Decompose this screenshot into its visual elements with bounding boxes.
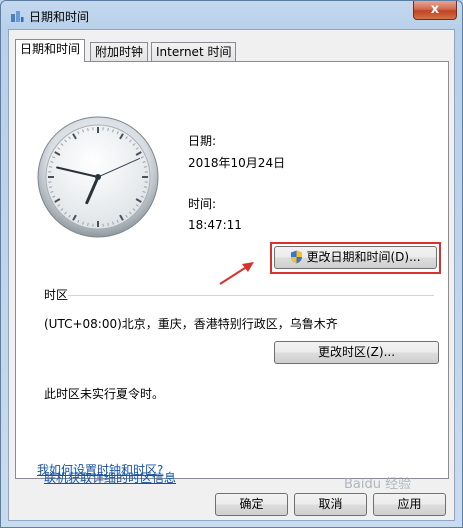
date-time-app-icon (11, 11, 24, 22)
close-button[interactable]: x (413, 1, 457, 20)
dialog-client-area: 日期和时间 附加时钟 Internet 时间 日期: 2018年10月24日 时… (8, 29, 455, 521)
cancel-button[interactable]: 取消 (294, 493, 367, 516)
change-date-time-button[interactable]: 更改日期和时间(D)... (274, 246, 437, 269)
annotation-arrow (219, 262, 254, 285)
change-date-time-label: 更改日期和时间(D)... (306, 250, 421, 264)
date-time-panel: 日期: 2018年10月24日 时间: 18:47:11 更改日期和时间(D).… (15, 61, 449, 485)
uac-shield-icon (291, 250, 303, 264)
change-timezone-label: 更改时区(Z)... (317, 345, 396, 359)
clock-minute-tick (87, 222, 89, 227)
timezone-heading: 时区 (44, 288, 69, 302)
tab-internet-time[interactable]: Internet 时间 (151, 42, 237, 62)
ok-label: 确定 (239, 497, 264, 511)
baidu-watermark: Baidu 经验 (344, 477, 412, 492)
date-value: 2018年10月24日 (188, 156, 286, 170)
timezone-value: (UTC+08:00)北京，重庆，香港特别行政区，乌鲁木齐 (44, 317, 338, 331)
title-bar[interactable]: 日期和时间 x (1, 1, 462, 29)
cancel-label: 取消 (318, 497, 343, 511)
window-title: 日期和时间 (29, 10, 90, 24)
ok-button[interactable]: 确定 (215, 493, 288, 516)
help-how-to-link[interactable]: 我如何设置时钟和时区? (37, 461, 163, 478)
change-timezone-button[interactable]: 更改时区(Z)... (274, 341, 439, 364)
apply-label: 应用 (397, 497, 422, 511)
clock-minute-tick (143, 186, 148, 188)
date-label: 日期: (188, 134, 217, 148)
clock-minute-tick (48, 166, 53, 168)
date-time-dialog: 日期和时间 x 日期和时间 附加时钟 Internet 时间 日期: 2018年… (0, 0, 463, 528)
apply-button[interactable]: 应用 (373, 493, 446, 516)
clock-minute-tick (87, 127, 89, 132)
clock-minute-tick (107, 222, 109, 227)
tab-additional-clocks[interactable]: 附加时钟 (90, 42, 149, 62)
time-value: 18:47:11 (188, 218, 242, 232)
close-icon: x (430, 2, 440, 17)
analog-clock (37, 116, 159, 238)
clock-minute-tick (48, 186, 53, 188)
clock-minute-tick (107, 127, 109, 132)
clock-minute-tick (143, 166, 148, 168)
dst-note: 此时区未实行夏令时。 (44, 387, 165, 401)
tab-date-time[interactable]: 日期和时间 (15, 39, 86, 62)
timezone-separator (68, 295, 434, 296)
time-label: 时间: (188, 197, 217, 211)
